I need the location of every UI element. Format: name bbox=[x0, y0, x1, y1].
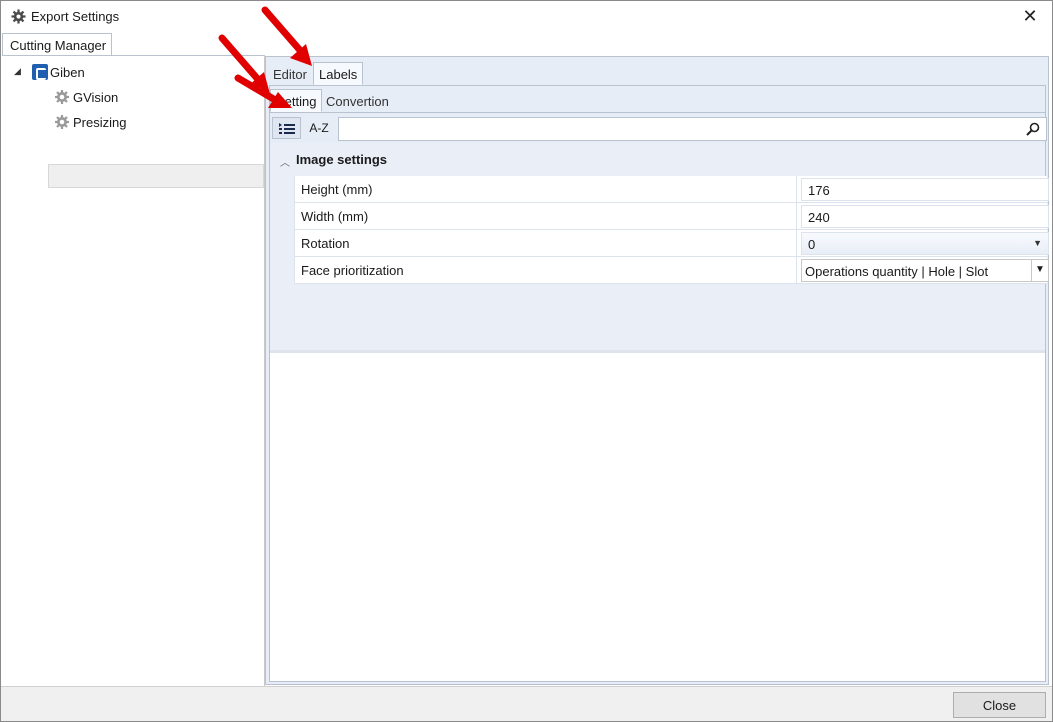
gear-icon bbox=[55, 90, 69, 104]
property-name: Face prioritization bbox=[294, 257, 797, 283]
gear-icon bbox=[11, 9, 26, 24]
close-icon[interactable]: ✕ bbox=[1020, 6, 1040, 26]
tree-node-label: GVision bbox=[73, 89, 119, 105]
chevron-up-icon[interactable]: ︿ bbox=[280, 154, 290, 169]
export-settings-window: Export Settings ✕ Cutting Manager ◢ Gibe… bbox=[0, 0, 1053, 722]
close-button[interactable]: Close bbox=[953, 692, 1046, 718]
search-input[interactable] bbox=[338, 117, 1047, 141]
property-toolbar: A-Z bbox=[270, 113, 1047, 143]
tab-cutting-manager[interactable]: Cutting Manager bbox=[2, 33, 112, 55]
property-row-rotation: Rotation 0 ▼ bbox=[294, 230, 1049, 257]
dropdown-arrow-icon[interactable]: ▼ bbox=[1031, 260, 1048, 281]
tree-node-giben[interactable]: Giben bbox=[32, 61, 85, 83]
title-bar: Export Settings ✕ bbox=[1, 1, 1052, 32]
cutting-manager-tree: ◢ Giben GVision Presizing bbox=[2, 55, 265, 686]
tab-labels[interactable]: Labels bbox=[313, 62, 364, 85]
group-title: Image settings bbox=[296, 152, 388, 167]
dropdown-arrow-icon[interactable]: ▼ bbox=[1033, 238, 1042, 248]
group-header-image-settings[interactable]: ︿ Image settings bbox=[270, 148, 1045, 170]
tree-selection-highlight bbox=[48, 164, 264, 188]
tree-node-presizing[interactable]: Presizing bbox=[54, 111, 126, 133]
property-grid-body: ︿ Image settings Height (mm) 176 Width (… bbox=[270, 143, 1049, 353]
property-row-face-prioritization: Face prioritization Operations quantity … bbox=[294, 257, 1049, 284]
dialog-footer: Close bbox=[1, 686, 1052, 721]
tree-node-label: Giben bbox=[50, 64, 85, 80]
rotation-select[interactable]: 0 ▼ bbox=[801, 232, 1049, 255]
gear-icon bbox=[55, 115, 69, 129]
property-name: Width (mm) bbox=[294, 203, 797, 229]
categorized-list-icon-glyph bbox=[278, 123, 295, 134]
property-row-width: Width (mm) 240 bbox=[294, 203, 1049, 230]
categorized-list-icon[interactable] bbox=[272, 117, 301, 139]
property-name: Rotation bbox=[294, 230, 797, 256]
labels-content: Setting Convertion A-Z ︿ Image settings … bbox=[269, 85, 1049, 682]
property-name: Height (mm) bbox=[294, 176, 797, 202]
tree-node-label: Presizing bbox=[73, 114, 127, 130]
tree-expander-icon[interactable]: ◢ bbox=[14, 66, 21, 77]
search-icon[interactable] bbox=[1026, 122, 1040, 136]
face-prioritization-select[interactable]: Operations quantity | Hole | Slot ▼ bbox=[801, 259, 1049, 282]
tree-node-gvision[interactable]: GVision bbox=[54, 86, 118, 108]
window-title: Export Settings bbox=[31, 9, 120, 24]
property-row-height: Height (mm) 176 bbox=[294, 176, 1049, 203]
giben-logo-icon bbox=[32, 64, 48, 80]
sort-az-button[interactable]: A-Z bbox=[304, 117, 334, 139]
tab-setting[interactable]: Setting bbox=[270, 89, 323, 112]
tab-convertion[interactable]: Convertion bbox=[321, 90, 394, 113]
labels-panel: Editor Labels Setting Convertion A-Z ︿ I… bbox=[265, 56, 1049, 685]
height-field[interactable]: 176 bbox=[801, 178, 1049, 201]
face-prioritization-value: Operations quantity | Hole | Slot bbox=[805, 264, 989, 279]
rotation-value: 0 bbox=[808, 237, 816, 252]
tab-editor[interactable]: Editor bbox=[268, 63, 312, 86]
property-grid: A-Z ︿ Image settings Height (mm) 176 Wid… bbox=[270, 112, 1049, 681]
width-field[interactable]: 240 bbox=[801, 205, 1049, 228]
